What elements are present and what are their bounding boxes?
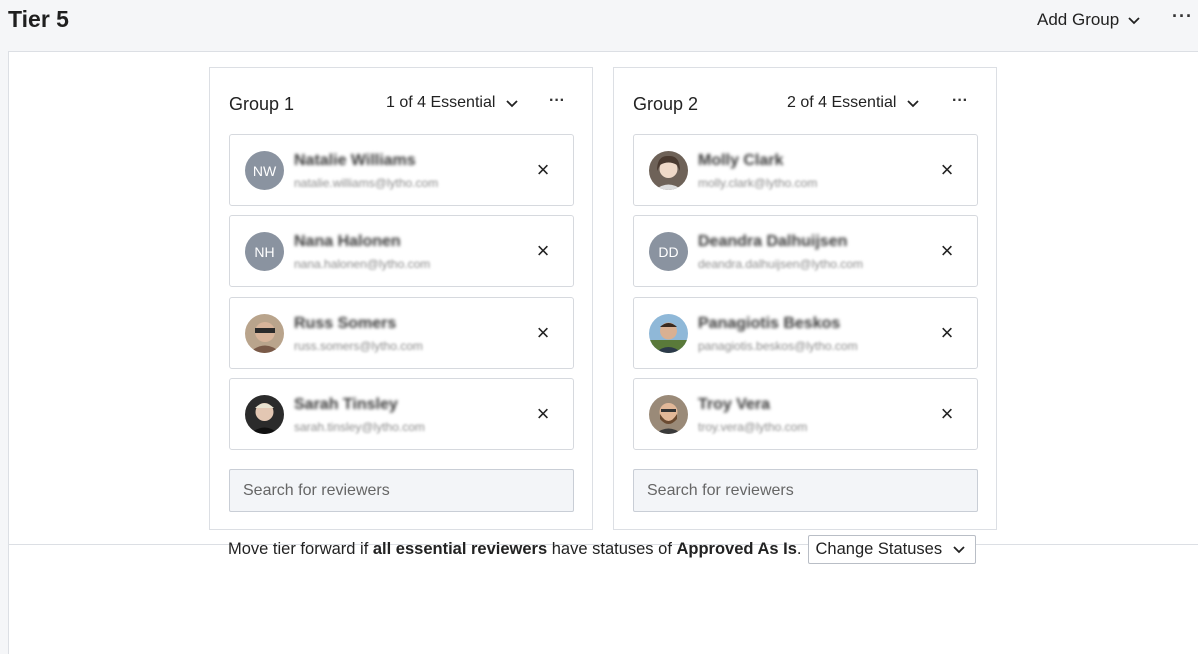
essential-count-dropdown[interactable]: 2 of 4 Essential (787, 94, 920, 112)
change-statuses-label: Change Statuses (815, 539, 943, 558)
essential-count-label: 2 of 4 Essential (787, 94, 897, 111)
chevron-down-icon (506, 100, 519, 108)
reviewer-email: russ.somers@lytho.com (294, 339, 423, 353)
reviewer-email: sarah.tinsley@lytho.com (294, 420, 425, 434)
avatar: NH (245, 232, 284, 271)
avatar: NW (245, 151, 284, 190)
tier-rule-sentence: Move tier forward if all essential revie… (228, 534, 977, 564)
tier-header: Tier 5 Add Group ··· (0, 0, 1198, 52)
group-title: Group 2 (633, 94, 699, 114)
remove-reviewer-close-icon[interactable]: × (938, 403, 956, 425)
group-card-1: Group 1 1 of 4 Essential ··· NW Natalie … (209, 67, 593, 530)
reviewer-name: Panagiotis Beskos (698, 315, 841, 332)
reviewer-card: Sarah Tinsley sarah.tinsley@lytho.com × (229, 378, 574, 450)
reviewer-card: Panagiotis Beskos panagiotis.beskos@lyth… (633, 297, 978, 369)
remove-reviewer-close-icon[interactable]: × (534, 403, 552, 425)
reviewer-name: Natalie Williams (294, 152, 416, 169)
chevron-down-icon (953, 546, 965, 554)
group-more-options-icon[interactable]: ··· (549, 92, 565, 110)
reviewer-name: Russ Somers (294, 315, 397, 332)
reviewer-card: NW Natalie Williams natalie.williams@lyt… (229, 134, 574, 206)
chevron-down-icon (1128, 17, 1140, 25)
reviewer-email: molly.clark@lytho.com (698, 176, 818, 190)
chevron-down-icon (907, 100, 920, 108)
search-reviewers-input[interactable] (229, 469, 574, 512)
reviewer-name: Molly Clark (698, 152, 784, 169)
avatar-photo (245, 395, 284, 434)
reviewer-name: Sarah Tinsley (294, 396, 398, 413)
reviewer-card: DD Deandra Dalhuijsen deandra.dalhuijsen… (633, 215, 978, 287)
remove-reviewer-close-icon[interactable]: × (534, 240, 552, 262)
rule-text-3: . (796, 539, 802, 558)
remove-reviewer-close-icon[interactable]: × (938, 159, 956, 181)
reviewer-email: panagiotis.beskos@lytho.com (698, 339, 858, 353)
avatar-photo (649, 151, 688, 190)
avatar-photo (649, 314, 688, 353)
avatar: DD (649, 232, 688, 271)
group-more-options-icon[interactable]: ··· (952, 92, 968, 110)
tier-more-options-icon[interactable]: ··· (1172, 6, 1193, 27)
group-title: Group 1 (229, 94, 295, 114)
reviewer-card: Troy Vera troy.vera@lytho.com × (633, 378, 978, 450)
reviewer-card: Russ Somers russ.somers@lytho.com × (229, 297, 574, 369)
reviewer-email: nana.halonen@lytho.com (294, 257, 431, 271)
reviewer-name: Troy Vera (698, 396, 771, 413)
tier-title: Tier 5 (8, 6, 69, 32)
reviewer-name: Nana Halonen (294, 233, 401, 250)
remove-reviewer-close-icon[interactable]: × (534, 159, 552, 181)
search-reviewers-input[interactable] (633, 469, 978, 512)
avatar-photo (245, 314, 284, 353)
essential-count-label: 1 of 4 Essential (386, 94, 496, 111)
change-statuses-dropdown[interactable]: Change Statuses (807, 534, 977, 564)
rule-text-1: Move tier forward if (228, 539, 373, 558)
reviewer-name: Deandra Dalhuijsen (698, 233, 848, 250)
remove-reviewer-close-icon[interactable]: × (938, 240, 956, 262)
group-card-2: Group 2 2 of 4 Essential ··· Molly Clark… (613, 67, 997, 530)
rule-bold-reviewers: all essential reviewers (372, 539, 548, 558)
reviewer-email: natalie.williams@lytho.com (294, 176, 439, 190)
reviewer-email: deandra.dalhuijsen@lytho.com (698, 257, 863, 271)
reviewer-card: NH Nana Halonen nana.halonen@lytho.com × (229, 215, 574, 287)
rule-bold-status: Approved As Is (676, 539, 797, 558)
essential-count-dropdown[interactable]: 1 of 4 Essential (386, 94, 519, 112)
remove-reviewer-close-icon[interactable]: × (938, 322, 956, 344)
reviewer-email: troy.vera@lytho.com (698, 420, 808, 434)
avatar-photo (649, 395, 688, 434)
reviewer-card: Molly Clark molly.clark@lytho.com × (633, 134, 978, 206)
add-group-button[interactable]: Add Group (1037, 10, 1141, 30)
rule-text-2: have statuses of (547, 539, 677, 558)
add-group-label: Add Group (1037, 10, 1120, 29)
remove-reviewer-close-icon[interactable]: × (534, 322, 552, 344)
